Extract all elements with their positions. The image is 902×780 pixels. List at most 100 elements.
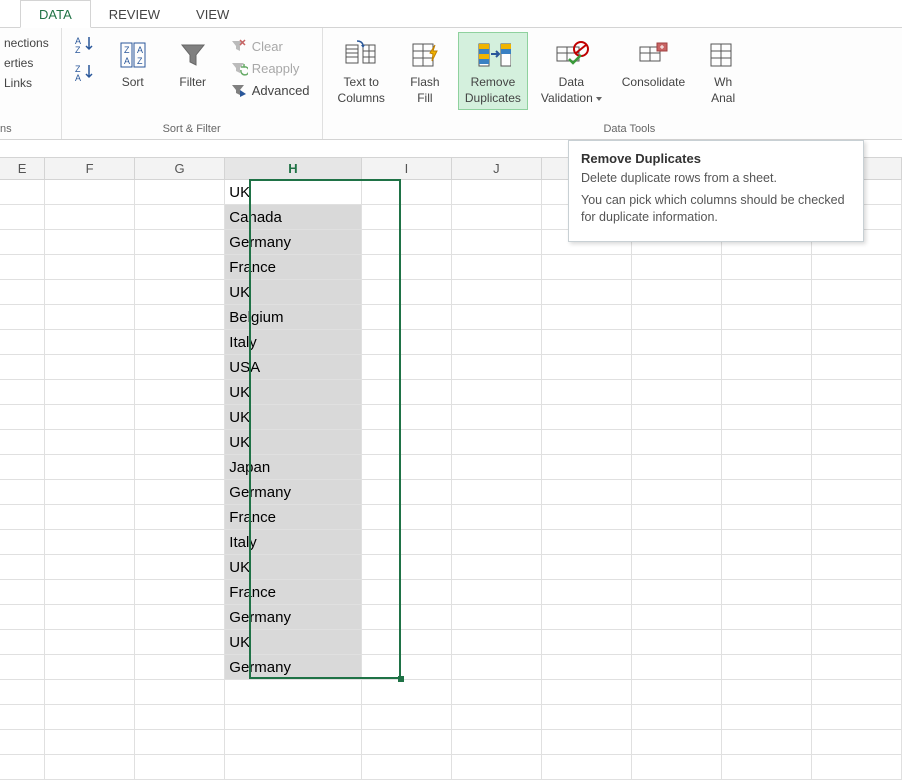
cell[interactable] [135,555,225,580]
cell[interactable] [362,580,452,605]
advanced-filter-button[interactable]: Advanced [226,80,314,100]
cell[interactable] [542,480,632,505]
cell[interactable]: Germany [225,230,362,255]
cell[interactable] [722,630,812,655]
cell[interactable] [135,330,225,355]
cell[interactable] [812,530,902,555]
cell[interactable]: Canada [225,205,362,230]
cell[interactable] [135,530,225,555]
cell[interactable] [722,530,812,555]
cell[interactable] [135,230,225,255]
cell[interactable] [135,305,225,330]
cell[interactable] [45,480,135,505]
tab-data[interactable]: DATA [20,0,91,28]
cell[interactable] [722,680,812,705]
cell[interactable] [452,580,542,605]
cell[interactable] [452,555,542,580]
sort-button[interactable]: ZAAZ Sort [106,32,160,94]
cell[interactable] [632,380,722,405]
cell[interactable] [452,405,542,430]
sort-desc-button[interactable]: ZA [70,60,100,84]
cell[interactable] [45,380,135,405]
cell[interactable] [45,330,135,355]
cell[interactable] [452,380,542,405]
cell[interactable] [722,455,812,480]
cell[interactable] [722,505,812,530]
cell[interactable] [0,655,45,680]
cell[interactable] [135,180,225,205]
cell[interactable] [362,255,452,280]
cell[interactable] [722,430,812,455]
cell[interactable] [0,355,45,380]
cell[interactable] [452,630,542,655]
cell[interactable]: France [225,580,362,605]
cell[interactable] [452,455,542,480]
cell[interactable] [135,655,225,680]
cell[interactable] [812,480,902,505]
cell[interactable] [542,580,632,605]
connections-button[interactable]: nections [0,34,53,52]
cell[interactable] [722,755,812,780]
cell[interactable] [542,330,632,355]
cell[interactable] [632,530,722,555]
cell[interactable] [362,730,452,755]
column-header-J[interactable]: J [452,158,542,179]
cell[interactable] [0,430,45,455]
cell[interactable] [812,705,902,730]
cell[interactable]: Italy [225,530,362,555]
cell[interactable] [362,305,452,330]
cell[interactable] [452,255,542,280]
cell[interactable] [0,230,45,255]
column-header-I[interactable]: I [362,158,452,179]
cell[interactable] [135,580,225,605]
cell[interactable] [722,405,812,430]
cell[interactable] [0,180,45,205]
cell[interactable] [0,755,45,780]
cell[interactable] [0,555,45,580]
cell[interactable] [362,605,452,630]
cell[interactable] [45,580,135,605]
cell[interactable] [225,705,362,730]
cell[interactable] [362,755,452,780]
cell[interactable]: UK [225,555,362,580]
cell[interactable] [0,730,45,755]
cell[interactable] [135,605,225,630]
cell[interactable] [812,280,902,305]
cell[interactable] [362,180,452,205]
cell[interactable] [632,255,722,280]
cell[interactable] [0,580,45,605]
cell[interactable] [632,305,722,330]
cell[interactable] [362,455,452,480]
reapply-filter-button[interactable]: Reapply [226,58,314,78]
cell[interactable] [722,555,812,580]
cell[interactable] [0,530,45,555]
what-if-button[interactable]: Wh Anal [698,32,748,110]
cell[interactable] [722,705,812,730]
cell[interactable] [452,605,542,630]
cell[interactable]: UK [225,180,362,205]
cell[interactable] [812,730,902,755]
cell[interactable] [722,605,812,630]
cell[interactable] [45,705,135,730]
cell[interactable] [225,680,362,705]
cell[interactable] [542,255,632,280]
column-header-E[interactable]: E [0,158,45,179]
cell[interactable] [0,330,45,355]
cell[interactable] [45,730,135,755]
cell[interactable] [632,280,722,305]
cell[interactable] [452,330,542,355]
cell[interactable] [362,230,452,255]
cell[interactable] [812,355,902,380]
cell[interactable] [45,530,135,555]
cell[interactable] [45,630,135,655]
cell[interactable] [135,255,225,280]
cell[interactable] [542,505,632,530]
cell[interactable]: Belgium [225,305,362,330]
cell[interactable]: Germany [225,605,362,630]
cell[interactable] [632,430,722,455]
cell[interactable] [452,505,542,530]
cell[interactable]: UK [225,280,362,305]
cell[interactable] [362,355,452,380]
cell[interactable] [722,730,812,755]
text-to-columns-button[interactable]: Text to Columns [331,32,392,110]
